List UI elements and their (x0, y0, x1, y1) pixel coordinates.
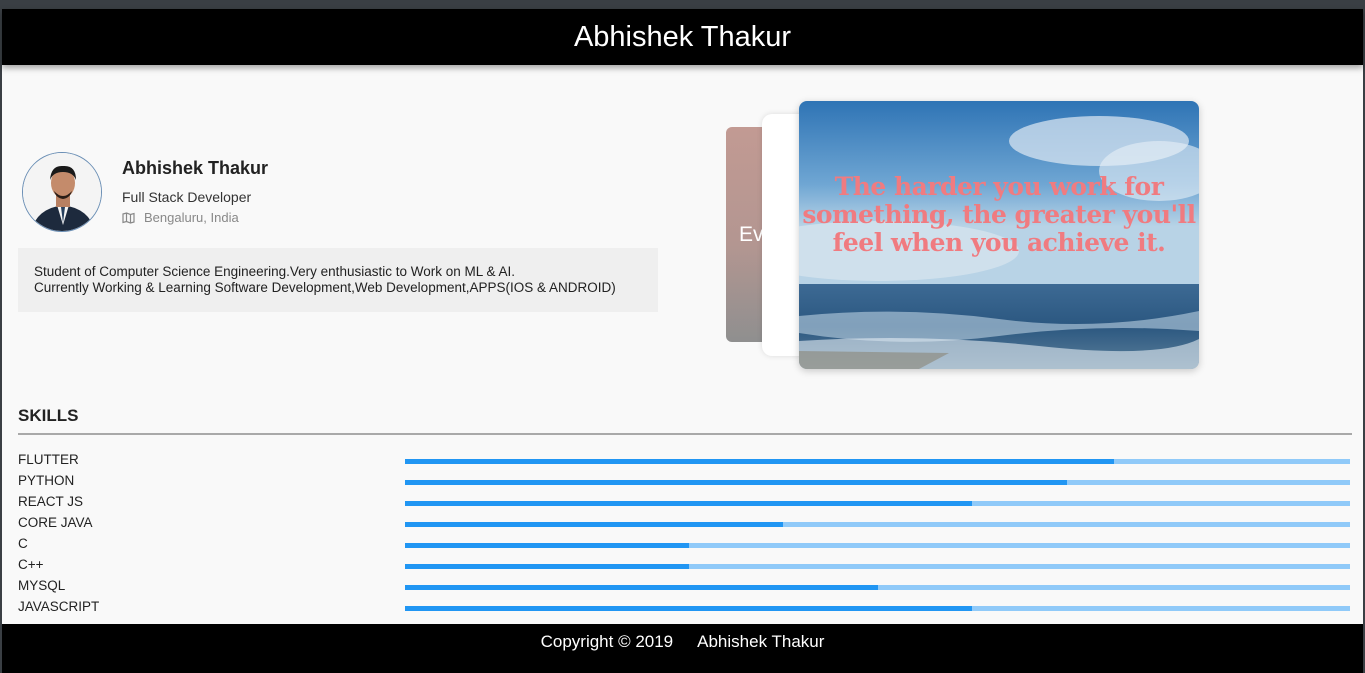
skill-row: PYTHON (18, 473, 1350, 489)
app-title: Abhishek Thakur (573, 20, 792, 53)
skills-divider (18, 433, 1352, 435)
profile-photo (23, 153, 101, 231)
skill-label: REACT JS (18, 494, 84, 509)
carousel-card-front[interactable]: The harder you work for something, the g… (799, 101, 1199, 369)
skill-row: JAVASCRIPT (18, 599, 1350, 615)
bio-line-2: Currently Working & Learning Software De… (34, 280, 616, 295)
avatar (22, 152, 102, 232)
skill-progress-fill (405, 459, 1114, 464)
footer-copyright: Copyright © 2019 (540, 631, 674, 651)
profile-location: Bengaluru, India (122, 210, 239, 225)
skill-row: C++ (18, 557, 1350, 573)
skill-row: MYSQL (18, 578, 1350, 594)
skill-progress-fill (405, 480, 1067, 485)
skill-progress-bar (405, 501, 1350, 506)
skill-row: CORE JAVA (18, 515, 1350, 531)
map-icon (122, 211, 135, 224)
skill-label: JAVASCRIPT (18, 599, 100, 614)
skill-row: FLUTTER (18, 452, 1350, 468)
skill-progress-fill (405, 543, 689, 548)
skill-progress-bar (405, 585, 1350, 590)
skill-progress-fill (405, 606, 972, 611)
skill-progress-bar (405, 522, 1350, 527)
skill-row: C (18, 536, 1350, 552)
skill-label: CORE JAVA (18, 515, 93, 530)
app-bar: Abhishek Thakur (2, 9, 1363, 65)
skill-progress-bar (405, 459, 1350, 464)
left-edge (0, 9, 2, 673)
bio-box: Student of Computer Science Engineering.… (18, 248, 658, 312)
location-text: Bengaluru, India (144, 210, 239, 225)
quote-text: The harder you work for something, the g… (802, 172, 1196, 257)
footer: Copyright © 2019 Abhishek Thakur (2, 624, 1363, 673)
skill-label: MYSQL (18, 578, 66, 593)
skill-progress-fill (405, 585, 878, 590)
skill-progress-bar (405, 564, 1350, 569)
skill-label: C++ (18, 557, 44, 572)
skill-progress-fill (405, 501, 972, 506)
profile-name: Abhishek Thakur (122, 158, 269, 178)
skill-progress-fill (405, 564, 689, 569)
skill-progress-bar (405, 606, 1350, 611)
skill-progress-fill (405, 522, 783, 527)
skill-label: PYTHON (18, 473, 75, 488)
skill-label: FLUTTER (18, 452, 79, 467)
footer-author: Abhishek Thakur (697, 631, 825, 651)
skill-progress-bar (405, 480, 1350, 485)
skills-title: SKILLS (18, 406, 79, 425)
skill-row: REACT JS (18, 494, 1350, 510)
window-top-strip (0, 0, 1365, 9)
profile-role: Full Stack Developer (122, 189, 252, 205)
skill-progress-bar (405, 543, 1350, 548)
bio-line-1: Student of Computer Science Engineering.… (34, 264, 516, 279)
skill-label: C (18, 536, 28, 551)
